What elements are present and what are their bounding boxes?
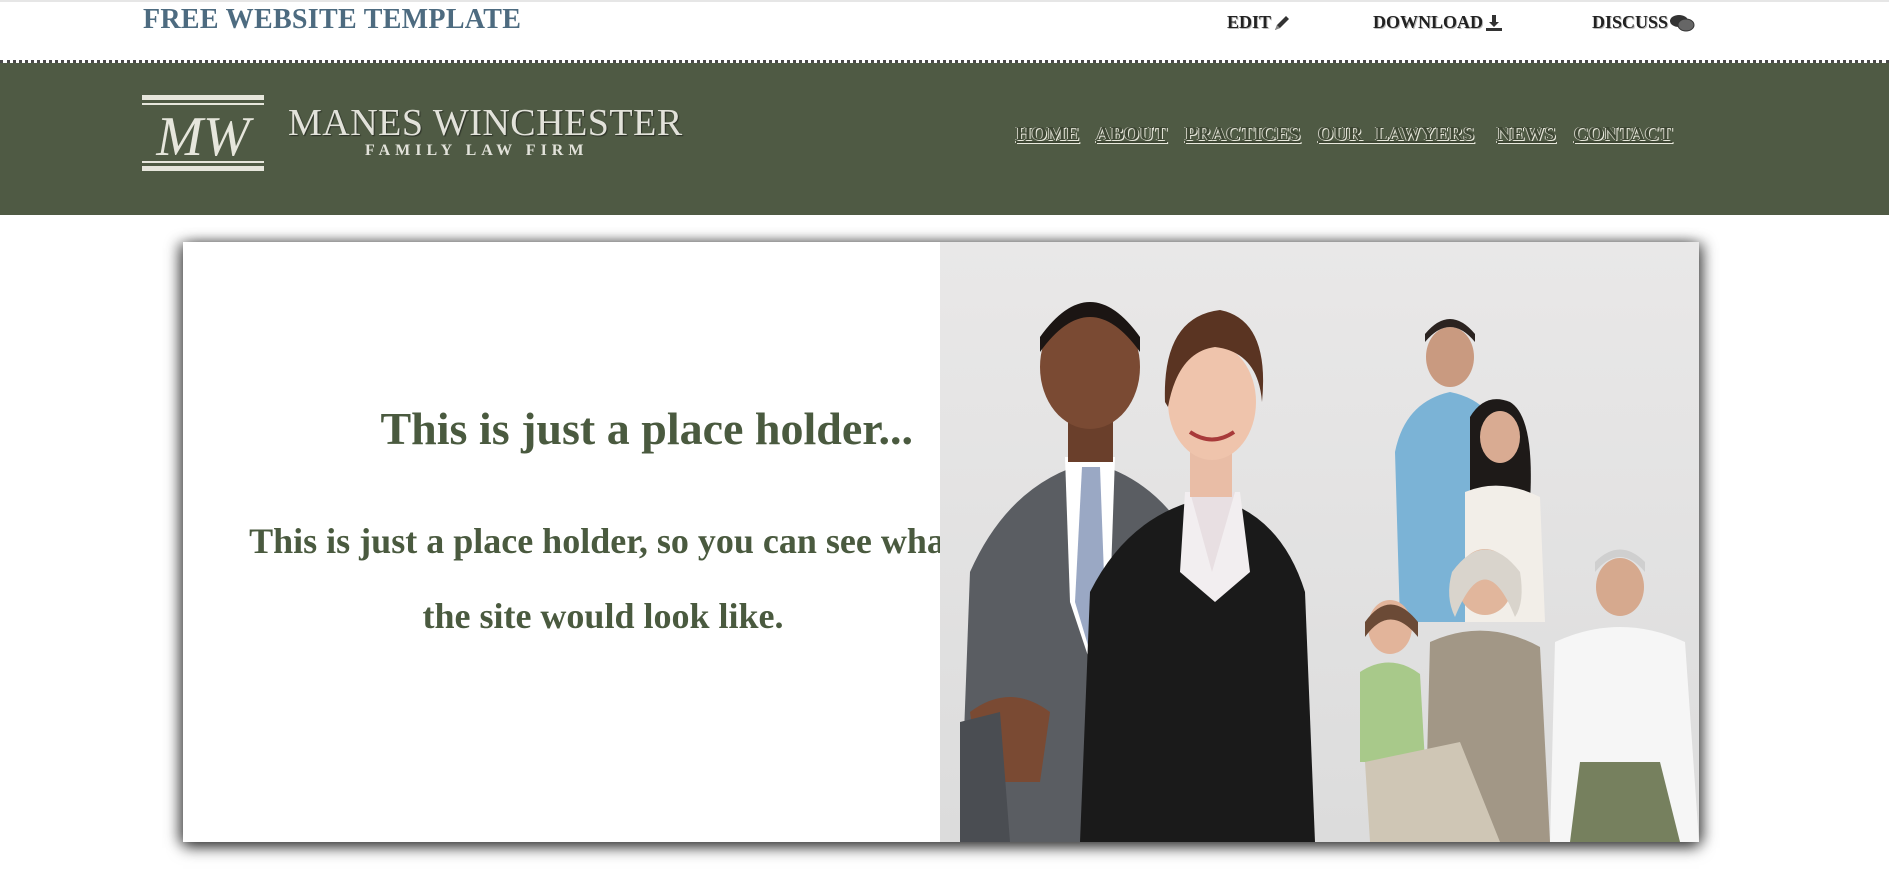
download-icon [1486, 14, 1503, 31]
nav-practices[interactable]: PRACTICES [1185, 123, 1301, 146]
nav-home[interactable]: HOME [1016, 123, 1079, 146]
nav-our-lawyers[interactable]: OUR LAWYERS [1318, 123, 1474, 146]
edit-link[interactable]: EDIT [1227, 12, 1292, 33]
template-bar: FREE WEBSITE TEMPLATE EDIT DOWNLOAD DISC… [0, 0, 1889, 60]
nav-news[interactable]: NEWS [1497, 123, 1556, 146]
logo-monogram-icon[interactable]: MW [142, 95, 264, 171]
discuss-label: DISCUSS [1592, 12, 1669, 32]
edit-label: EDIT [1227, 12, 1272, 32]
template-title: FREE WEBSITE TEMPLATE [143, 4, 522, 35]
hero-text: This is just a place holder, so you can … [249, 521, 957, 636]
nav-contact[interactable]: CONTACT [1574, 123, 1673, 146]
site-header: MW MANES WINCHESTER FAMILY LAW FIRM HOME… [0, 63, 1889, 215]
download-link[interactable]: DOWNLOAD [1373, 12, 1504, 33]
firm-tagline: FAMILY LAW FIRM [365, 142, 589, 159]
download-label: DOWNLOAD [1373, 12, 1484, 32]
svg-text:MW: MW [155, 106, 254, 168]
hero-heading: This is just a place holder... [380, 403, 913, 454]
hero-banner: This is just a place holder... This is j… [183, 242, 1699, 842]
hero-photo [940, 242, 1699, 842]
nav-about[interactable]: ABOUT [1096, 123, 1167, 146]
discuss-link[interactable]: DISCUSS [1592, 12, 1695, 33]
pencil-icon [1275, 15, 1290, 30]
firm-name: MANES WINCHESTER [288, 102, 683, 144]
lawyers-and-family-photo [940, 242, 1699, 842]
chat-bubbles-icon [1670, 14, 1695, 31]
